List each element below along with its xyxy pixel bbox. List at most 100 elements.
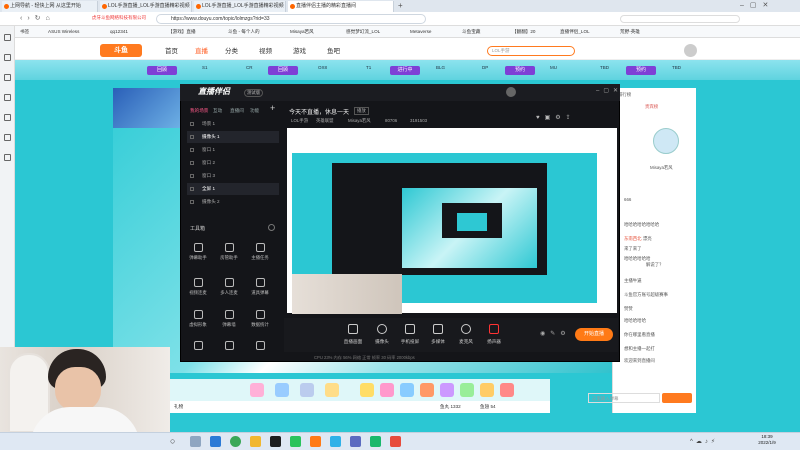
edit-title-button[interactable]: 播放: [354, 107, 369, 115]
tool-room-manager[interactable]: 房管助手: [214, 243, 244, 267]
browser-tab[interactable]: LOL手游直播_LOL手游直播精彩视频: [194, 1, 286, 12]
app-icon[interactable]: [290, 436, 301, 447]
scene-item[interactable]: 全屏 1: [187, 183, 279, 195]
scene-item-selected[interactable]: 摄像头 1: [187, 131, 279, 143]
gift-icon[interactable]: [400, 383, 414, 397]
app-icon[interactable]: [390, 436, 401, 447]
browser-tab-active[interactable]: 直播伴侣主播的精彩直播间: [288, 1, 394, 12]
gift-icon[interactable]: [480, 383, 494, 397]
media-source-icon[interactable]: [433, 324, 443, 334]
gift-icon[interactable]: [360, 383, 374, 397]
toolbox-more-icon[interactable]: [268, 224, 275, 231]
tool-settings[interactable]: [183, 341, 213, 359]
sidebar-app-icon[interactable]: [4, 74, 11, 81]
gift-icon[interactable]: [325, 383, 339, 397]
stream-title[interactable]: 今天不直播，休息一天: [289, 107, 349, 116]
system-tray-icons[interactable]: ^☁♪⚡: [690, 438, 718, 445]
browser-search-input[interactable]: [620, 15, 740, 23]
tool-streamer-task[interactable]: 主播任务: [245, 243, 275, 267]
scene-item[interactable]: 摄像头 2: [187, 196, 279, 208]
user-avatar[interactable]: [506, 87, 516, 97]
douyu-logo[interactable]: 斗鱼: [100, 44, 142, 57]
bookmark[interactable]: ASUS Wireless: [48, 28, 79, 36]
app-window-controls-icon[interactable]: –▢✕: [596, 87, 622, 94]
scene-item[interactable]: 场景 1: [187, 118, 279, 130]
app-icon[interactable]: [270, 436, 281, 447]
sidebar-app-icon[interactable]: [4, 34, 11, 41]
bookmark[interactable]: Misaya若风: [290, 28, 314, 36]
tool-beauty[interactable]: [245, 341, 275, 359]
app-icon[interactable]: [210, 436, 221, 447]
nav-fishbar[interactable]: 鱼吧: [327, 45, 340, 55]
microphone-icon[interactable]: [461, 324, 471, 334]
bookmark[interactable]: 斗鱼 - 每个人的: [228, 28, 260, 36]
task-view-icon[interactable]: [190, 436, 201, 447]
gift-icon[interactable]: [440, 383, 454, 397]
site-search-input[interactable]: LOL手游: [487, 46, 575, 56]
add-scene-icon[interactable]: +: [270, 103, 275, 113]
nav-home[interactable]: 首页: [165, 45, 178, 55]
app-icon[interactable]: [330, 436, 341, 447]
gift-icon[interactable]: [380, 383, 394, 397]
gift-icon[interactable]: [500, 383, 514, 397]
nav-category[interactable]: 分类: [225, 45, 238, 55]
nav-arrows-icon[interactable]: ‹›↻⌂: [20, 14, 55, 22]
bookmark[interactable]: 书签: [20, 28, 29, 36]
camera-source-icon[interactable]: [377, 324, 387, 334]
tab-features[interactable]: 功能: [250, 108, 259, 114]
gift-icon[interactable]: [250, 383, 264, 397]
bookmark[interactable]: 直播伴侣_LOL: [560, 28, 590, 36]
bracket-replay-button[interactable]: 回顾: [268, 66, 298, 75]
nav-game[interactable]: 游戏: [293, 45, 306, 55]
sidebar-app-icon[interactable]: [4, 94, 11, 101]
gift-icon[interactable]: [300, 383, 314, 397]
url-input[interactable]: https://www.douyu.com/topic/lolmzgs?rid=…: [156, 14, 426, 24]
app-icon[interactable]: [370, 436, 381, 447]
tool-multi-link[interactable]: 多人连麦: [214, 278, 244, 302]
nav-live[interactable]: 直播: [195, 45, 208, 55]
chat-tab[interactable]: 贵宾榜: [645, 104, 658, 110]
tab-scenes[interactable]: 我的场景: [190, 108, 208, 114]
gift-icon[interactable]: [420, 383, 434, 397]
gift-icon[interactable]: [275, 383, 289, 397]
sidebar-app-icon[interactable]: [4, 134, 11, 141]
control-extra-icons[interactable]: ◉✎⚙: [540, 330, 571, 337]
bracket-reserve-button[interactable]: 预约: [626, 66, 656, 75]
phone-cast-icon[interactable]: [405, 324, 415, 334]
bracket-reserve-button[interactable]: 预约: [505, 66, 535, 75]
header-tools-icon[interactable]: ♥▣⚙⇪: [536, 114, 576, 121]
folder-icon[interactable]: [250, 436, 261, 447]
app-icon[interactable]: [350, 436, 361, 447]
bookmark[interactable]: 斗鱼宝藏: [462, 28, 480, 36]
start-search-icon[interactable]: ○: [170, 436, 181, 447]
tool-danmu-wall[interactable]: 弹幕墙: [214, 310, 244, 334]
chat-input[interactable]: 这里输入弹幕: [588, 393, 660, 403]
sidebar-app-icon[interactable]: [4, 54, 11, 61]
send-chat-button[interactable]: [662, 393, 692, 403]
new-tab-icon[interactable]: +: [398, 1, 403, 10]
sidebar-app-icon[interactable]: [4, 114, 11, 121]
tab-room[interactable]: 直播间: [230, 108, 244, 114]
streamer-avatar[interactable]: [653, 128, 679, 154]
scene-item[interactable]: 窗口 1: [187, 144, 279, 156]
browser-icon[interactable]: [230, 436, 241, 447]
bracket-live-button[interactable]: 进行中: [390, 66, 420, 75]
bookmark[interactable]: Metaverse: [410, 28, 431, 36]
bookmark[interactable]: 【翻翻】20: [512, 28, 536, 36]
scene-item[interactable]: 窗口 3: [187, 170, 279, 182]
tool-danmu-assistant[interactable]: 弹幕助手: [183, 243, 213, 267]
tool-avatar[interactable]: 虚拟形象: [183, 310, 213, 334]
bookmark[interactable]: 荒野-英雄: [620, 28, 640, 36]
speaker-icon[interactable]: [489, 324, 499, 334]
tool-video-link[interactable]: 视频连麦: [183, 278, 213, 302]
stream-preview[interactable]: [287, 128, 617, 314]
tool-stats[interactable]: 数据统计: [245, 310, 275, 334]
sidebar-app-icon[interactable]: [4, 154, 11, 161]
bookmark[interactable]: 感觉梦幻流_LOL: [346, 28, 380, 36]
nav-video[interactable]: 视频: [259, 45, 272, 55]
screen-capture-icon[interactable]: [348, 324, 358, 334]
window-controls-icon[interactable]: –▢✕: [740, 1, 774, 9]
browser-tab[interactable]: 上网导航 - 轻快上网 从这里开始: [2, 1, 98, 12]
start-live-button[interactable]: 开始直播: [575, 328, 613, 341]
taskbar-clock[interactable]: 18:39 2022/1/9: [751, 434, 783, 446]
